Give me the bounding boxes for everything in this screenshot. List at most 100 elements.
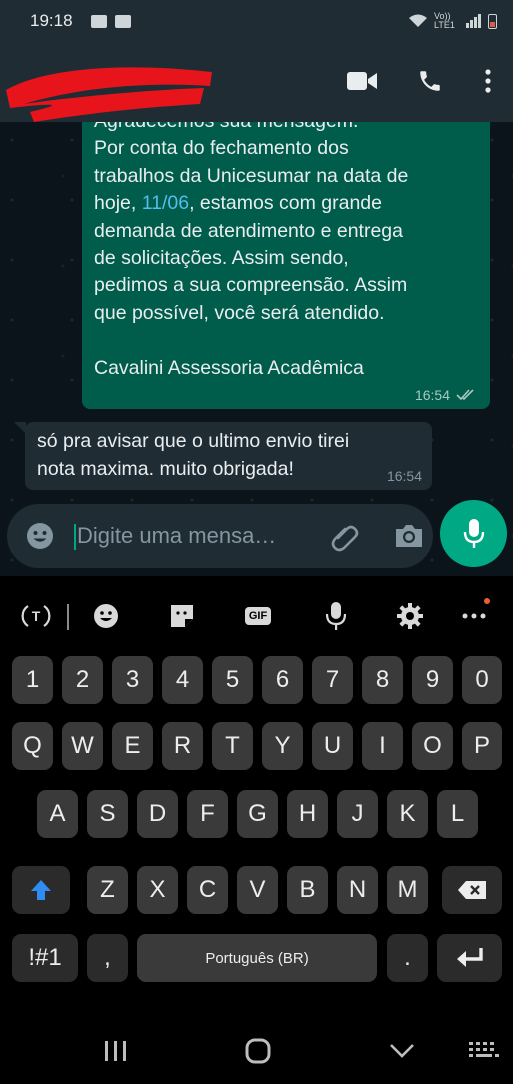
key-w[interactable]: W (62, 722, 103, 770)
key-z[interactable]: Z (87, 866, 128, 914)
sticker-icon[interactable] (164, 598, 200, 634)
key-l[interactable]: L (437, 790, 478, 838)
video-call-icon[interactable] (345, 64, 379, 98)
key-7[interactable]: 7 (312, 656, 353, 704)
key-b[interactable]: B (287, 866, 328, 914)
key-h[interactable]: H (287, 790, 328, 838)
key-a[interactable]: A (37, 790, 78, 838)
home-icon[interactable] (238, 1036, 278, 1066)
keyboard-toolbar: T GIF (0, 588, 513, 644)
key-g[interactable]: G (237, 790, 278, 838)
key-r[interactable]: R (162, 722, 203, 770)
gif-icon[interactable]: GIF (240, 598, 276, 634)
key-1[interactable]: 1 (12, 656, 53, 704)
key-9[interactable]: 9 (412, 656, 453, 704)
status-indicators: Vo)) LTE1 (408, 12, 497, 30)
enter-key[interactable] (437, 934, 502, 982)
key-c[interactable]: C (187, 866, 228, 914)
key-p[interactable]: P (462, 722, 502, 770)
outgoing-message-partial-line: Agradecemos sua mensagem. (94, 122, 358, 132)
key-e[interactable]: E (112, 722, 153, 770)
message-input-pill (7, 504, 433, 568)
key-s[interactable]: S (87, 790, 128, 838)
key-4[interactable]: 4 (162, 656, 203, 704)
settings-gear-icon[interactable] (392, 598, 428, 634)
camera-icon[interactable] (393, 521, 425, 551)
gif-label: GIF (244, 607, 272, 625)
status-bar: 19:18 Vo)) LTE1 (0, 0, 513, 42)
outgoing-message-meta: 16:54 (415, 387, 476, 403)
navigation-bar (0, 1016, 513, 1084)
key-d[interactable]: D (137, 790, 178, 838)
voice-call-icon[interactable] (413, 64, 447, 98)
outgoing-message[interactable]: Agradecemos sua mensagem. Por conta do f… (82, 122, 490, 409)
key-0[interactable]: 0 (462, 656, 502, 704)
notification-icon (90, 14, 107, 28)
key-m[interactable]: M (387, 866, 428, 914)
incoming-message[interactable]: só pra avisar que o ultimo envio tirei n… (25, 422, 432, 490)
key-6[interactable]: 6 (262, 656, 303, 704)
key-n[interactable]: N (337, 866, 378, 914)
outgoing-message-text: Agradecemos sua mensagem. Por conta do f… (94, 122, 476, 382)
key-2[interactable]: 2 (62, 656, 103, 704)
key-5[interactable]: 5 (212, 656, 253, 704)
key-f[interactable]: F (187, 790, 228, 838)
redacted-contact-name[interactable] (4, 52, 214, 122)
key-v[interactable]: V (237, 866, 278, 914)
incoming-message-text: só pra avisar que o ultimo envio tirei n… (37, 430, 350, 480)
symbols-key[interactable]: !#1 (12, 934, 78, 982)
double-check-icon (456, 389, 474, 401)
signal-icon (466, 14, 481, 28)
shift-arrow-icon (31, 880, 51, 900)
network-label: Vo)) LTE1 (434, 11, 455, 30)
voice-input-icon[interactable] (318, 598, 354, 634)
backspace-icon (458, 881, 486, 899)
keyboard: T GIF 1 2 3 4 5 6 7 8 9 0 Q W E R T Y U … (0, 576, 513, 1016)
backspace-key[interactable] (442, 866, 502, 914)
message-input[interactable] (77, 520, 317, 552)
voice-message-button[interactable] (440, 500, 507, 567)
keyboard-switch-icon[interactable] (464, 1036, 504, 1066)
key-j[interactable]: J (337, 790, 378, 838)
more-tools-icon[interactable] (456, 598, 492, 634)
recent-apps-icon[interactable] (96, 1036, 136, 1066)
incoming-message-meta: 16:54 (387, 468, 422, 484)
status-time: 19:18 (30, 11, 73, 30)
date-link[interactable]: 11/06 (142, 192, 189, 214)
svg-text:T: T (32, 608, 41, 624)
translate-icon[interactable]: T (18, 598, 54, 634)
text-caret (74, 524, 76, 550)
checkbox-notification-icon (114, 14, 131, 28)
space-bar[interactable]: Português (BR) (137, 934, 377, 982)
more-options-icon[interactable] (481, 64, 495, 98)
composer (0, 500, 513, 576)
shift-key[interactable] (12, 866, 70, 914)
key-y[interactable]: Y (262, 722, 303, 770)
key-t[interactable]: T (212, 722, 253, 770)
key-q[interactable]: Q (12, 722, 53, 770)
attach-icon[interactable] (329, 521, 361, 553)
chat-header (0, 42, 513, 122)
key-3[interactable]: 3 (112, 656, 153, 704)
key-x[interactable]: X (137, 866, 178, 914)
emoji-icon[interactable] (25, 521, 55, 551)
period-key[interactable]: . (387, 934, 428, 982)
outgoing-text-part2: , estamos com grande demanda de atendime… (94, 192, 408, 379)
incoming-message-time: 16:54 (386, 468, 422, 484)
key-u[interactable]: U (312, 722, 353, 770)
back-chevron-down-icon[interactable] (382, 1036, 422, 1066)
key-k[interactable]: K (387, 790, 428, 838)
toolbar-separator (67, 604, 69, 630)
outgoing-message-time: 16:54 (414, 387, 450, 403)
notification-dot (484, 598, 490, 604)
wifi-icon (409, 14, 427, 27)
key-8[interactable]: 8 (362, 656, 403, 704)
battery-icon (488, 13, 497, 29)
emoji-keyboard-icon[interactable] (88, 598, 124, 634)
mic-icon (463, 518, 484, 548)
key-i[interactable]: I (362, 722, 403, 770)
notification-icons (90, 14, 131, 28)
key-o[interactable]: O (412, 722, 453, 770)
enter-icon (456, 948, 483, 967)
comma-key[interactable]: , (87, 934, 128, 982)
